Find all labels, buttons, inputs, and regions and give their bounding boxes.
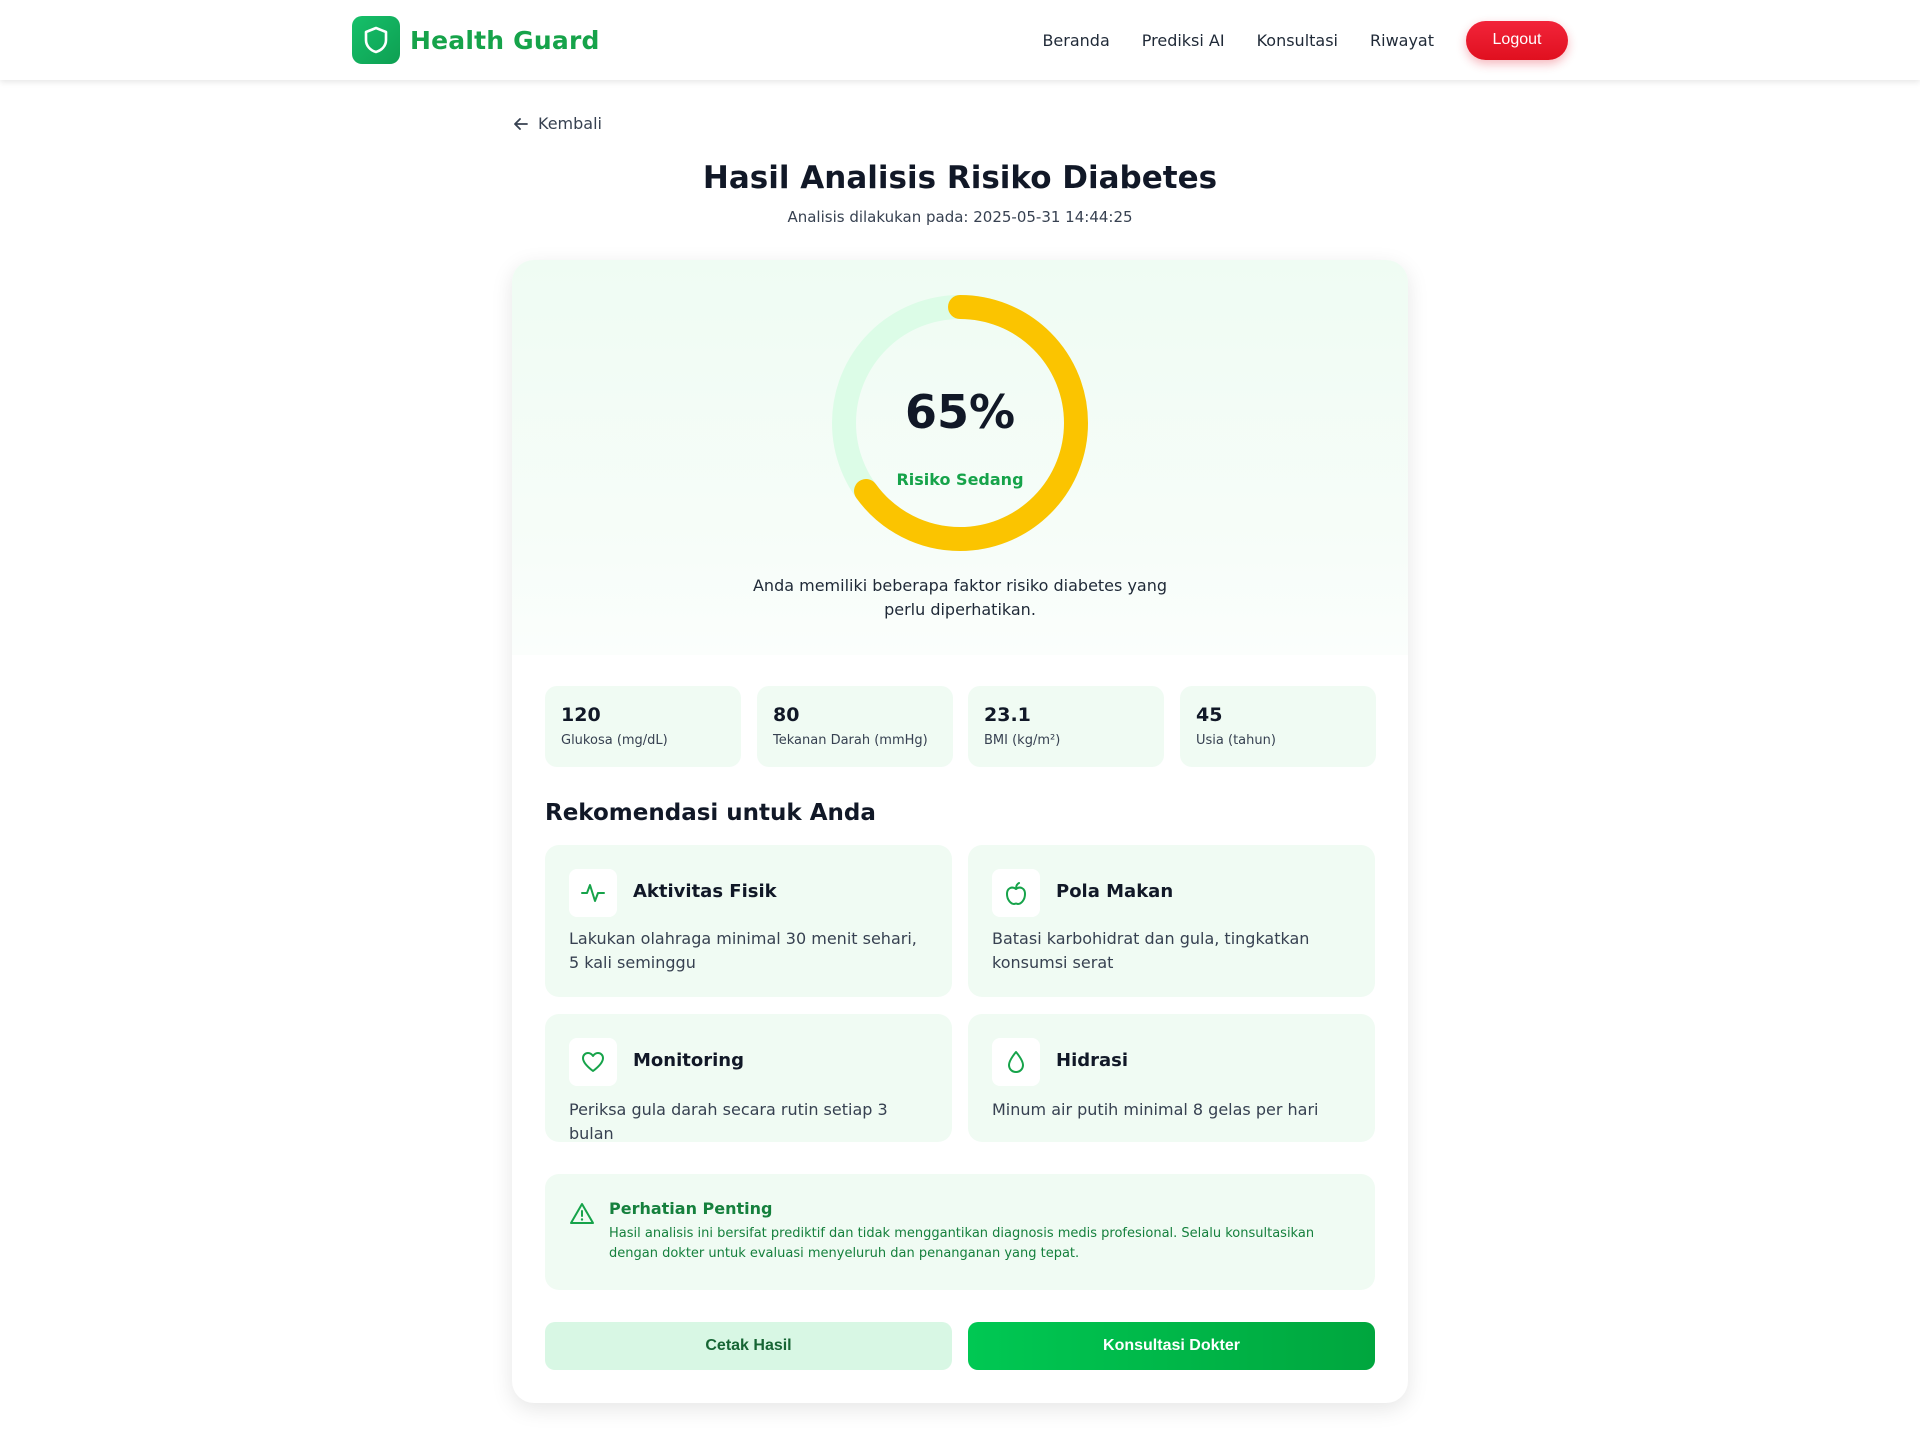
brand-home-link[interactable]: Health Guard xyxy=(352,16,600,64)
consult-doctor-button[interactable]: Konsultasi Dokter xyxy=(968,1322,1375,1370)
nav-link-prediksi-ai[interactable]: Prediksi AI xyxy=(1142,31,1225,50)
nav-link-konsultasi[interactable]: Konsultasi xyxy=(1257,31,1338,50)
navbar: Health Guard Beranda Prediksi AI Konsult… xyxy=(0,0,1920,80)
back-label: Kembali xyxy=(538,114,602,133)
recommendation-desc: Periksa gula darah secara rutin setiap 3… xyxy=(569,1100,888,1143)
metric-value: 23.1 xyxy=(984,704,1031,726)
recommendation-diet: Pola Makan Batasi karbohidrat dan gula, … xyxy=(968,845,1375,997)
notice-title: Perhatian Penting xyxy=(609,1199,773,1218)
recommendation-desc: Batasi karbohidrat dan gula, tingkatkan … xyxy=(992,929,1310,972)
recommendation-title: Hidrasi xyxy=(1056,1050,1129,1071)
arrow-left-icon xyxy=(514,117,528,130)
recommendations-title: Rekomendasi untuk Anda xyxy=(545,800,876,826)
metric-label: Tekanan Darah (mmHg) xyxy=(773,733,928,748)
metric-label: BMI (kg/m²) xyxy=(984,733,1061,748)
recommendation-title: Monitoring xyxy=(633,1050,744,1071)
important-notice: Perhatian Penting Hasil analisis ini ber… xyxy=(545,1174,1375,1290)
metric-age: 45 Usia (tahun) xyxy=(1180,686,1376,767)
risk-gauge: 65% Risiko Sedang xyxy=(827,290,1093,556)
nav-link-beranda[interactable]: Beranda xyxy=(1042,31,1109,50)
heart-icon xyxy=(569,1038,617,1086)
notice-text: Hasil analisis ini bersifat prediktif da… xyxy=(609,1226,1315,1261)
metric-bmi: 23.1 BMI (kg/m²) xyxy=(968,686,1164,767)
nav-link-riwayat[interactable]: Riwayat xyxy=(1370,31,1434,50)
recommendation-title: Aktivitas Fisik xyxy=(633,881,777,902)
recommendation-monitoring: Monitoring Periksa gula darah secara rut… xyxy=(545,1014,952,1143)
recommendation-hydration: Hidrasi Minum air putih minimal 8 gelas … xyxy=(968,1014,1375,1142)
activity-icon xyxy=(569,869,617,917)
metric-label: Usia (tahun) xyxy=(1196,733,1276,748)
metric-value: 45 xyxy=(1196,704,1223,726)
nav-links: Beranda Prediksi AI Konsultasi Riwayat L… xyxy=(1010,20,1568,60)
metric-label: Glukosa (mg/dL) xyxy=(561,733,668,748)
risk-summary: 65% Risiko Sedang Anda memiliki beberapa… xyxy=(512,260,1408,655)
metric-value: 120 xyxy=(561,704,601,726)
warning-triangle-icon xyxy=(570,1203,594,1224)
risk-description: Anda memiliki beberapa faktor risiko dia… xyxy=(752,576,1168,619)
risk-percent: 65% xyxy=(904,385,1016,439)
recommendation-title: Pola Makan xyxy=(1056,881,1174,902)
back-link[interactable]: Kembali xyxy=(512,114,602,133)
metric-value: 80 xyxy=(773,704,800,726)
page-title: Hasil Analisis Risiko Diabetes xyxy=(702,160,1218,196)
recommendation-desc: Lakukan olahraga minimal 30 menit sehari… xyxy=(569,929,917,972)
print-result-button[interactable]: Cetak Hasil xyxy=(545,1322,952,1370)
recommendation-physical-activity: Aktivitas Fisik Lakukan olahraga minimal… xyxy=(545,845,952,997)
brand-name: Health Guard xyxy=(410,25,600,55)
result-card: 65% Risiko Sedang Anda memiliki beberapa… xyxy=(512,260,1408,1403)
analysis-timestamp: Analisis dilakukan pada: 2025-05-31 14:4… xyxy=(787,208,1133,226)
shield-icon xyxy=(352,16,400,64)
metric-blood-pressure: 80 Tekanan Darah (mmHg) xyxy=(757,686,953,767)
droplet-icon xyxy=(992,1038,1040,1086)
recommendation-desc: Minum air putih minimal 8 gelas per hari xyxy=(992,1100,1319,1119)
logout-button[interactable]: Logout xyxy=(1466,20,1568,60)
metric-glucose: 120 Glukosa (mg/dL) xyxy=(545,686,741,767)
apple-icon xyxy=(992,869,1040,917)
risk-level: Risiko Sedang xyxy=(896,470,1024,489)
